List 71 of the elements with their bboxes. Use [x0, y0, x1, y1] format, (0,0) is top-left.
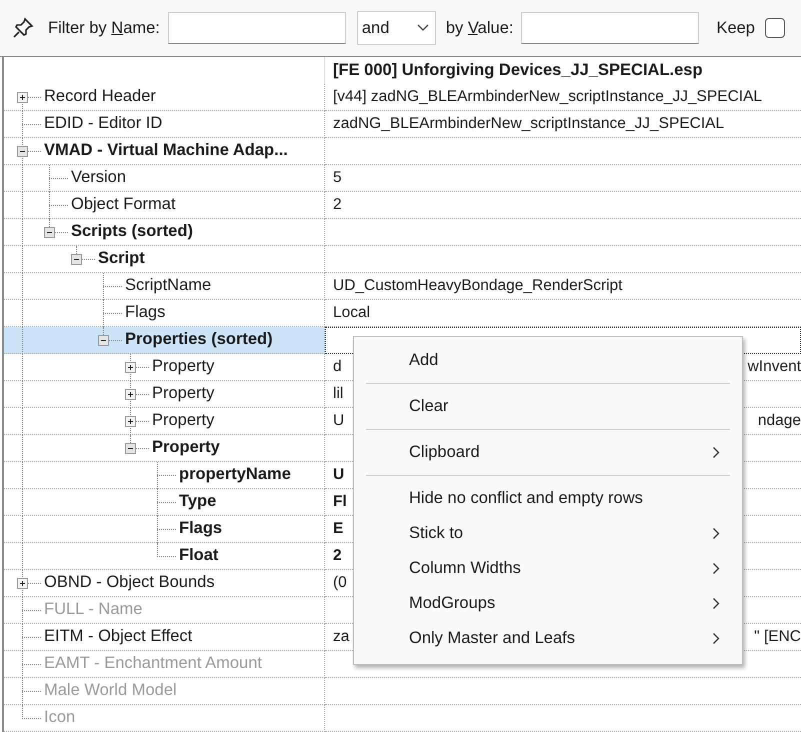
field-value: UD_CustomHeavyBondage_RenderScript — [333, 277, 622, 295]
field-label[interactable]: Flags — [179, 519, 222, 538]
field-value: [v44] zadNG_BLEArmbinderNew_scriptInstance_JJ_SPECIAL — [333, 88, 762, 106]
field-value: U — [333, 466, 344, 484]
menu-item[interactable]: ModGroups — [354, 586, 742, 621]
collapse-icon[interactable] — [71, 254, 82, 265]
menu-item[interactable]: Column Widths — [354, 551, 742, 586]
keep-label: Keep — [716, 18, 755, 38]
field-label[interactable]: propertyName — [179, 465, 291, 484]
field-value: Fl — [333, 493, 347, 511]
chevron-right-icon — [712, 446, 720, 459]
field-label[interactable]: Property — [152, 357, 214, 376]
filter-value-label: by Value: — [446, 18, 514, 38]
field-label[interactable]: Scripts (sorted) — [71, 222, 193, 241]
field-label[interactable]: Properties (sorted) — [125, 330, 273, 349]
chevron-right-icon — [712, 632, 720, 645]
menu-item[interactable]: Add — [354, 343, 742, 378]
menu-item[interactable]: Stick to — [354, 516, 742, 551]
field-label[interactable]: Object Format — [71, 195, 176, 214]
field-value: U — [333, 412, 344, 430]
field-label[interactable]: EITM - Object Effect — [44, 627, 192, 646]
field-label[interactable]: Record Header — [44, 87, 156, 106]
column-header: [FE 000] Unforgiving Devices_JJ_SPECIAL.esp — [332, 60, 704, 81]
field-value: E — [333, 520, 344, 538]
collapse-icon[interactable] — [17, 146, 28, 157]
expand-icon[interactable] — [125, 362, 136, 373]
value-filter-field[interactable] — [521, 12, 700, 44]
field-label[interactable]: Property — [152, 384, 214, 403]
chevron-right-icon — [712, 597, 720, 610]
field-value: wInvent — [748, 358, 801, 376]
filter-name-label: Filter by Name: — [48, 18, 160, 38]
expand-icon[interactable] — [17, 92, 28, 103]
chevron-right-icon — [712, 562, 720, 575]
chevron-down-icon — [416, 24, 429, 32]
field-value: 2 — [333, 547, 342, 565]
field-value: za — [333, 628, 350, 646]
name-filter-field[interactable] — [168, 12, 346, 44]
pin-icon[interactable] — [12, 17, 34, 39]
menu-item[interactable]: Only Master and Leafs — [354, 621, 742, 656]
collapse-icon[interactable] — [44, 227, 55, 238]
menu-item[interactable]: Clear — [354, 389, 742, 424]
collapse-icon[interactable] — [125, 443, 136, 454]
field-label[interactable]: Property — [152, 438, 220, 457]
field-label[interactable]: Flags — [125, 303, 166, 322]
keep-checkbox[interactable] — [765, 18, 785, 38]
menu-item[interactable]: Hide no conflict and empty rows — [354, 481, 742, 516]
field-label[interactable]: Type — [179, 492, 216, 511]
expand-icon[interactable] — [17, 578, 28, 589]
field-label[interactable]: EDID - Editor ID — [44, 114, 162, 133]
field-value: ndage — [758, 412, 801, 430]
field-label[interactable]: ScriptName — [125, 276, 212, 295]
field-label[interactable]: Property — [152, 411, 214, 430]
field-value: " [ENC — [754, 628, 801, 646]
field-label[interactable]: Script — [98, 249, 145, 268]
field-value: 5 — [333, 169, 342, 187]
field-value: 2 — [333, 196, 342, 214]
expand-icon[interactable] — [125, 389, 136, 400]
field-value: (0 — [333, 574, 347, 592]
field-label[interactable]: VMAD - Virtual Machine Adap... — [44, 141, 288, 160]
operator-dropdown[interactable]: and — [356, 11, 436, 45]
collapse-icon[interactable] — [98, 335, 109, 346]
menu-item[interactable]: Clipboard — [354, 435, 742, 470]
field-value: zadNG_BLEArmbinderNew_scriptInstance_JJ_SPECIAL — [333, 115, 724, 133]
field-value: lil — [333, 385, 344, 403]
field-value: d — [333, 358, 342, 376]
field-label[interactable]: Version — [71, 168, 126, 187]
field-label[interactable]: Float — [179, 546, 218, 565]
chevron-right-icon — [712, 527, 720, 540]
expand-icon[interactable] — [125, 416, 136, 427]
field-label[interactable]: OBND - Object Bounds — [44, 573, 215, 592]
field-value: Local — [333, 304, 370, 322]
